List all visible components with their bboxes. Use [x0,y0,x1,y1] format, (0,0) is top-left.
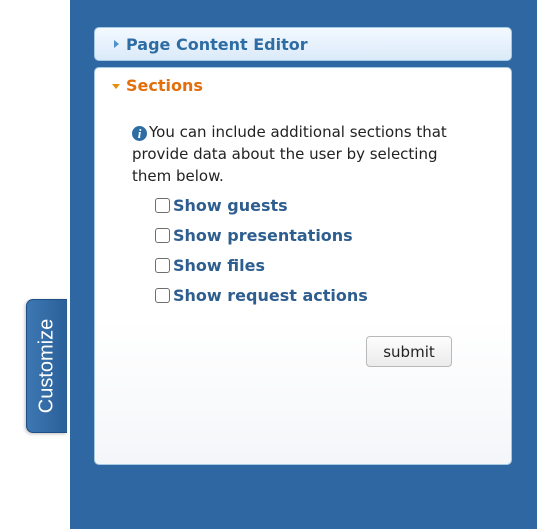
show-files-checkbox[interactable] [155,257,170,273]
show-request-actions-label[interactable]: Show request actions [173,286,368,305]
show-request-actions-checkbox[interactable] [155,287,170,303]
info-message-text: You can include additional sections that… [132,123,447,185]
show-files-label[interactable]: Show files [173,256,265,275]
triangle-right-icon [114,40,119,48]
accordion-header-page-content-editor[interactable]: Page Content Editor [94,27,512,61]
show-guests-checkbox[interactable] [155,197,170,213]
show-guests-label[interactable]: Show guests [173,196,288,215]
accordion-title-page-content-editor: Page Content Editor [126,35,308,54]
option-show-guests[interactable]: Show guests [155,195,288,215]
show-presentations-checkbox[interactable] [155,227,170,243]
show-presentations-label[interactable]: Show presentations [173,226,353,245]
accordion-header-sections[interactable]: Sections [94,67,512,104]
accordion-title-sections: Sections [126,76,203,95]
option-show-presentations[interactable]: Show presentations [155,225,353,245]
triangle-down-icon [112,84,120,89]
customize-tab-label: Customize [35,318,58,414]
option-show-files[interactable]: Show files [155,255,265,275]
option-show-request-actions[interactable]: Show request actions [155,285,368,305]
submit-button[interactable]: submit [366,336,452,367]
info-message: i You can include additional sections tha… [132,121,462,187]
customize-tab[interactable]: Customize [26,299,67,433]
info-icon: i [132,126,147,141]
sections-panel: i You can include additional sections tha… [94,103,512,465]
